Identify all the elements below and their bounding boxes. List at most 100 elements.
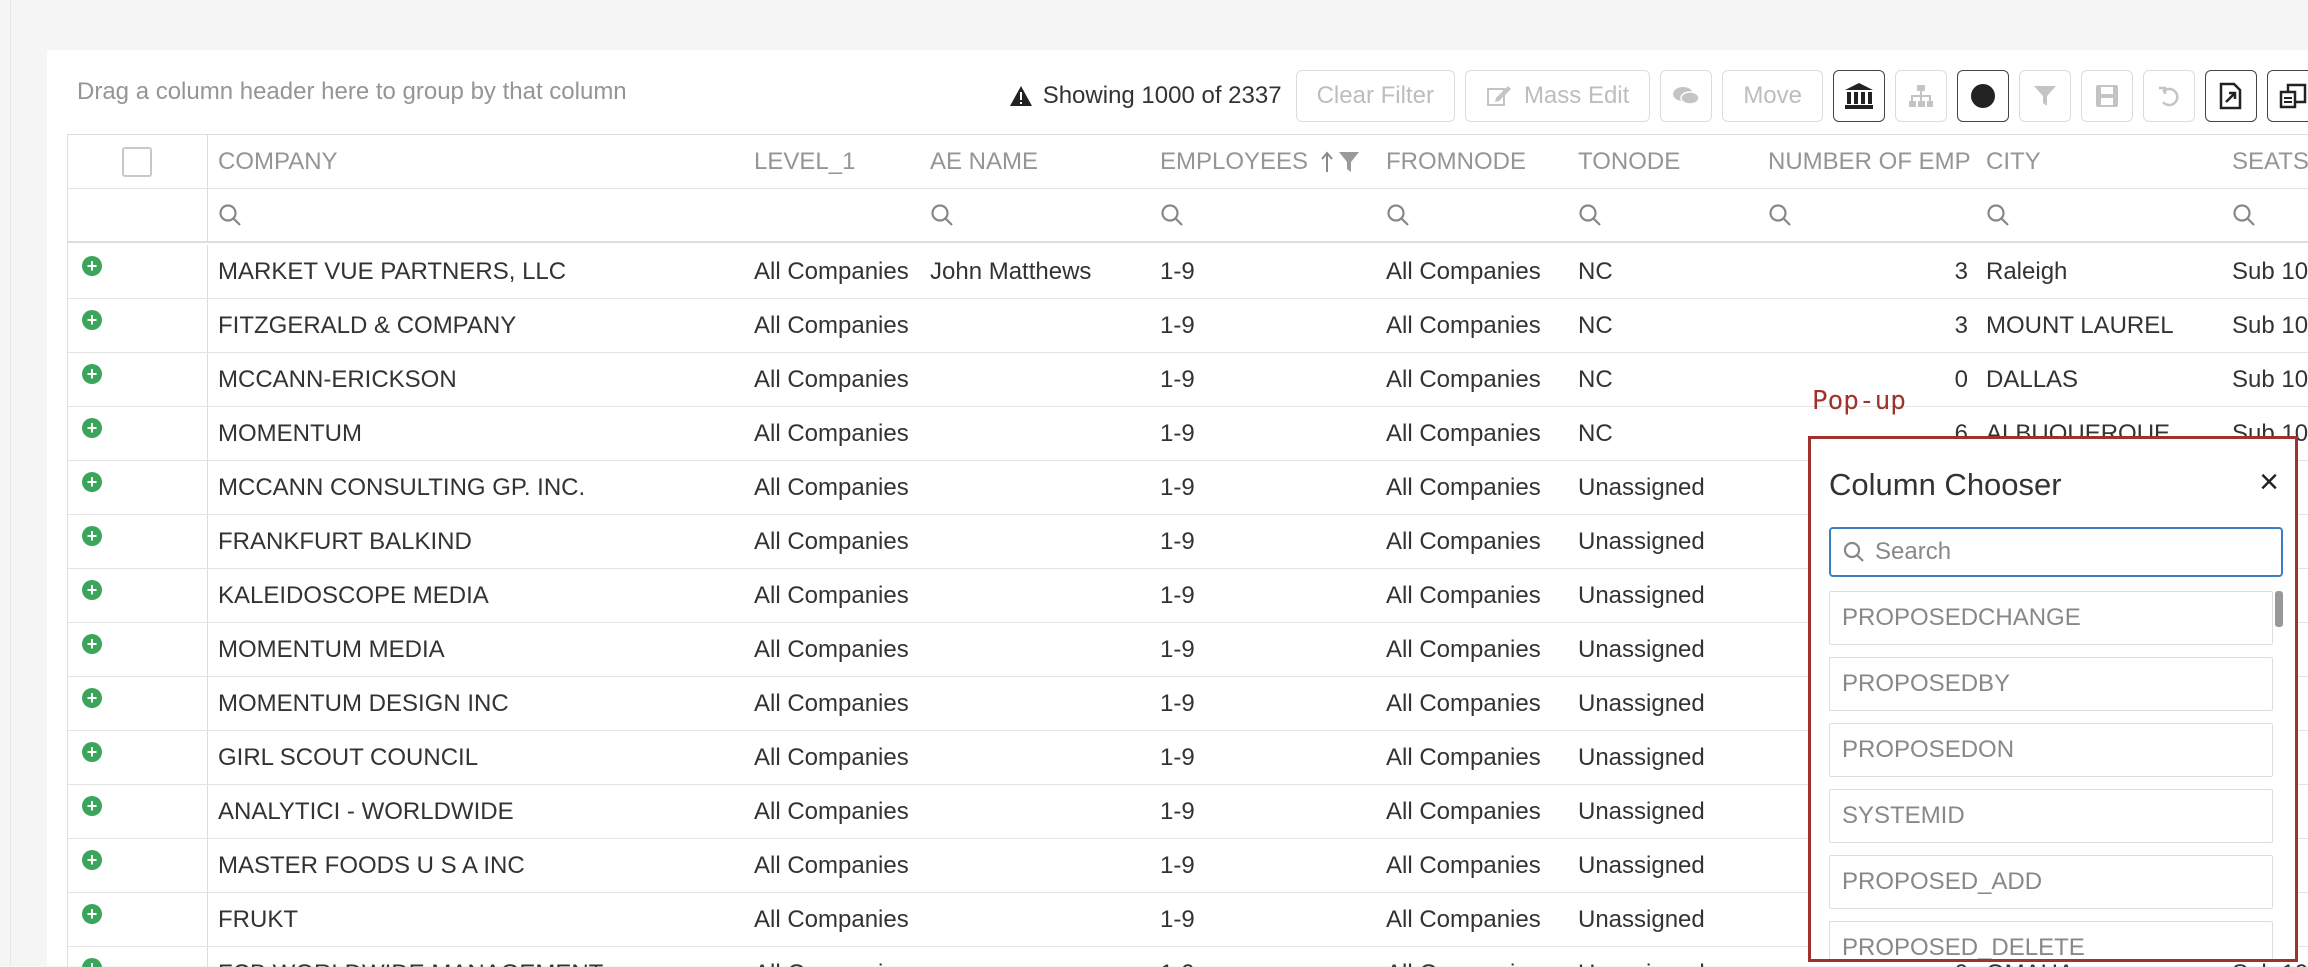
- group-panel[interactable]: Drag a column header here to group by th…: [47, 50, 977, 134]
- cell-fromnode: All Companies: [1376, 569, 1568, 622]
- table-row[interactable]: +FITZGERALD & COMPANYAll Companies1-9All…: [68, 299, 2308, 353]
- row-action-cell: +: [68, 461, 208, 514]
- cell-fromnode: All Companies: [1376, 731, 1568, 784]
- col-header-employees[interactable]: EMPLOYEES: [1150, 135, 1376, 188]
- header-row: COMPANY LEVEL_1 AE NAME EMPLOYEES FROMNO…: [68, 135, 2308, 189]
- row-action-cell: +: [68, 245, 208, 298]
- column-chooser-item[interactable]: PROPOSEDON: [1829, 723, 2273, 777]
- table-row[interactable]: +MCCANN-ERICKSONAll Companies1-9All Comp…: [68, 353, 2308, 407]
- info-area: Showing 1000 of 2337: [1009, 82, 1282, 110]
- cell-city: Raleigh: [1976, 245, 2222, 298]
- close-icon[interactable]: ×: [2259, 465, 2279, 499]
- cell-tonode: Unassigned: [1568, 515, 1758, 568]
- add-circle-icon[interactable]: +: [82, 472, 102, 492]
- add-circle-icon[interactable]: +: [82, 580, 102, 600]
- col-header-number-of-emp[interactable]: NUMBER OF EMP: [1758, 135, 1976, 188]
- cell-employees: 1-9: [1150, 731, 1376, 784]
- cell-tonode: NC: [1568, 245, 1758, 298]
- move-button[interactable]: Move: [1722, 70, 1823, 122]
- cell-level-1: All Companies: [744, 245, 920, 298]
- col-header-ae-name[interactable]: AE NAME: [920, 135, 1150, 188]
- add-circle-icon[interactable]: +: [82, 364, 102, 384]
- circle-icon: [1970, 83, 1996, 109]
- cell-tonode: Unassigned: [1568, 947, 1758, 967]
- cell-ae-name: [920, 623, 1150, 676]
- cell-company: FCB WORLDWIDE MANAGEMENT: [208, 947, 744, 967]
- cell-level-1: All Companies: [744, 623, 920, 676]
- column-list: PROPOSEDCHANGE PROPOSEDBY PROPOSEDON SYSTEM…: [1829, 591, 2273, 962]
- add-circle-icon[interactable]: +: [82, 310, 102, 330]
- record-button[interactable]: [1957, 70, 2009, 122]
- filter-cell-seats[interactable]: [2222, 189, 2308, 241]
- row-action-cell: +: [68, 623, 208, 676]
- filter-cell-company[interactable]: [208, 189, 328, 241]
- cell-company: FITZGERALD & COMPANY: [208, 299, 744, 352]
- cell-employees: 1-9: [1150, 299, 1376, 352]
- filter-cell-employees[interactable]: [1150, 189, 1270, 241]
- col-header-company[interactable]: COMPANY: [208, 135, 744, 188]
- cell-fromnode: All Companies: [1376, 893, 1568, 946]
- cell-company: FRANKFURT BALKIND: [208, 515, 744, 568]
- cell-fromnode: All Companies: [1376, 407, 1568, 460]
- sort-ascending-icon: [1320, 151, 1334, 173]
- add-circle-icon[interactable]: +: [82, 256, 102, 276]
- filter-cell-city[interactable]: [1976, 189, 2096, 241]
- export-button[interactable]: [2205, 70, 2257, 122]
- cell-ae-name: [920, 839, 1150, 892]
- column-chooser-item[interactable]: PROPOSEDBY: [1829, 657, 2273, 711]
- undo-button[interactable]: [2143, 70, 2195, 122]
- add-circle-icon[interactable]: +: [82, 526, 102, 546]
- save-button[interactable]: [2081, 70, 2133, 122]
- col-label-ae-name: AE NAME: [930, 148, 1038, 176]
- clear-filter-button[interactable]: Clear Filter: [1296, 70, 1455, 122]
- cell-tonode: Unassigned: [1568, 623, 1758, 676]
- add-circle-icon[interactable]: +: [82, 418, 102, 438]
- filter-button[interactable]: [2019, 70, 2071, 122]
- col-header-fromnode[interactable]: FROMNODE: [1376, 135, 1568, 188]
- select-all-checkbox[interactable]: [122, 147, 152, 177]
- col-label-number-of-emp: NUMBER OF EMP: [1768, 148, 1971, 176]
- search-icon: [218, 203, 242, 227]
- col-label-city: CITY: [1986, 148, 2041, 176]
- add-circle-icon[interactable]: +: [82, 634, 102, 654]
- showing-count: Showing 1000 of 2337: [1043, 82, 1282, 110]
- column-chooser-item[interactable]: PROPOSED_ADD: [1829, 855, 2273, 909]
- filter-cell-ae-name[interactable]: [920, 189, 1040, 241]
- col-header-city[interactable]: CITY: [1976, 135, 2222, 188]
- column-search-input[interactable]: [1875, 538, 2255, 566]
- cell-ae-name: [920, 893, 1150, 946]
- clear-filter-label: Clear Filter: [1317, 82, 1434, 110]
- add-circle-icon[interactable]: +: [82, 850, 102, 870]
- filter-cell-tonode[interactable]: [1568, 189, 1688, 241]
- column-chooser-item[interactable]: SYSTEMID: [1829, 789, 2273, 843]
- filter-icon[interactable]: [1338, 150, 1360, 174]
- cell-tonode: Unassigned: [1568, 785, 1758, 838]
- hierarchy-button[interactable]: [1895, 70, 1947, 122]
- popup-scrollbar[interactable]: [2275, 591, 2283, 627]
- mass-edit-button[interactable]: Mass Edit: [1465, 70, 1650, 122]
- col-header-tonode[interactable]: TONODE: [1568, 135, 1758, 188]
- cell-employees: 1-9: [1150, 515, 1376, 568]
- add-circle-icon[interactable]: +: [82, 904, 102, 924]
- comments-button[interactable]: [1660, 70, 1712, 122]
- filter-cell-fromnode[interactable]: [1376, 189, 1496, 241]
- filter-cell-number-of-emp[interactable]: [1758, 189, 1878, 241]
- col-header-seats[interactable]: SEATS: [2222, 135, 2308, 188]
- column-chooser-button[interactable]: [2267, 70, 2308, 122]
- cell-level-1: All Companies: [744, 731, 920, 784]
- bank-button[interactable]: [1833, 70, 1885, 122]
- cell-employees: 1-9: [1150, 407, 1376, 460]
- toolbar: Showing 1000 of 2337 Clear Filter Mass E…: [1009, 68, 2308, 124]
- add-circle-icon[interactable]: +: [82, 688, 102, 708]
- column-chooser-item[interactable]: PROPOSEDCHANGE: [1829, 591, 2273, 645]
- cell-ae-name: [920, 569, 1150, 622]
- add-circle-icon[interactable]: +: [82, 742, 102, 762]
- column-chooser-item[interactable]: PROPOSED_DELETE: [1829, 921, 2273, 962]
- col-header-level-1[interactable]: LEVEL_1: [744, 135, 920, 188]
- add-circle-icon[interactable]: +: [82, 796, 102, 816]
- mass-edit-label: Mass Edit: [1524, 82, 1629, 110]
- row-action-cell: +: [68, 569, 208, 622]
- cell-fromnode: All Companies: [1376, 623, 1568, 676]
- cell-tonode: Unassigned: [1568, 569, 1758, 622]
- table-row[interactable]: +MARKET VUE PARTNERS, LLCAll CompaniesJo…: [68, 245, 2308, 299]
